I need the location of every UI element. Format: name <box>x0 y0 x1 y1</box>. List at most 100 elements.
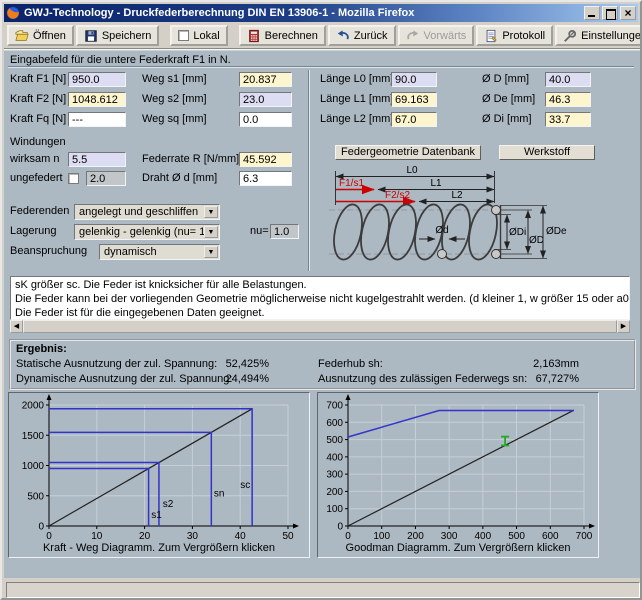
durchmesser-Di-input[interactable] <box>545 112 591 127</box>
calculate-button-label: Berechnen <box>265 30 318 42</box>
laenge-L0-input[interactable] <box>391 72 437 87</box>
open-button[interactable]: Öffnen <box>7 25 74 46</box>
select-label-federenden: Federenden <box>10 204 69 219</box>
dim-label-Di: ØDi <box>509 227 526 238</box>
goodman-chart-caption: Goodman Diagramm. Zum Vergrößern klicken <box>318 542 598 554</box>
svg-text:700: 700 <box>576 531 593 541</box>
kraft-weg-chart[interactable]: 010203040500500100015002000s1s2snsc <box>9 393 309 541</box>
protocol-button-label: Protokoll <box>502 30 545 42</box>
federenden-select[interactable]: angelegt und geschliffen <box>74 204 220 220</box>
laenge-L1-input[interactable] <box>391 92 437 107</box>
field-label-L2: Länge L2 [mm] <box>320 112 393 127</box>
svg-text:400: 400 <box>475 531 492 541</box>
svg-text:40: 40 <box>235 531 247 541</box>
dim-label-De: ØDe <box>546 226 567 237</box>
windungen-heading: Windungen <box>10 135 66 150</box>
result-value: 67,727% <box>499 372 579 386</box>
svg-text:100: 100 <box>326 504 343 515</box>
save-button[interactable]: Speichern <box>76 25 160 46</box>
svg-text:1500: 1500 <box>22 431 45 442</box>
weg-s1-input[interactable] <box>239 72 292 87</box>
dim-label-d: Ød <box>435 225 448 236</box>
weg-sq-input[interactable] <box>239 112 292 127</box>
goodman-chart[interactable]: 0100200300400500600700010020030040050060… <box>318 393 598 541</box>
draht-d-input[interactable] <box>239 171 292 186</box>
svg-text:s2: s2 <box>163 499 174 510</box>
window-title: GWJ-Technology - Druckfederberechnung DI… <box>24 7 580 19</box>
svg-text:300: 300 <box>326 470 343 481</box>
durchmesser-D-input[interactable] <box>545 72 591 87</box>
field-label-sq: Weg sq [mm] <box>142 112 207 127</box>
svg-text:0: 0 <box>38 522 44 533</box>
kraft-f2-input[interactable] <box>68 92 126 107</box>
svg-text:2000: 2000 <box>22 401 45 412</box>
scrollbar-thumb[interactable] <box>23 320 617 333</box>
spring-coils <box>329 202 501 262</box>
field-label-L0: Länge L0 [mm] <box>320 72 393 87</box>
kraft-weg-chart-panel[interactable]: 010203040500500100015002000s1s2snsc Kraf… <box>8 392 310 558</box>
force-label-F2: F2/s2 <box>385 190 410 201</box>
result-label: Statische Ausnutzung der zul. Spannung: <box>16 357 217 372</box>
status-bar <box>4 580 642 600</box>
werkstoff-button[interactable]: Werkstoff <box>499 145 595 160</box>
nu-input <box>270 224 299 239</box>
window-controls <box>584 6 636 20</box>
chevron-down-icon[interactable] <box>204 206 218 218</box>
scroll-right-icon[interactable] <box>617 320 630 333</box>
svg-text:1000: 1000 <box>22 461 45 472</box>
firefox-icon <box>6 6 20 20</box>
goodman-chart-panel[interactable]: 0100200300400500600700010020030040050060… <box>317 392 599 558</box>
nu-label: nu= <box>250 224 269 239</box>
forward-button[interactable]: Vorwärts <box>398 25 475 46</box>
scroll-left-icon[interactable] <box>10 320 23 333</box>
field-label-rate: Federrate R [N/mm] <box>142 152 239 167</box>
chevron-down-icon[interactable] <box>204 226 218 238</box>
local-checkbox-group[interactable]: Lokal <box>170 25 227 46</box>
calculate-button[interactable]: Berechnen <box>239 25 326 46</box>
kraft-f1-input[interactable] <box>68 72 126 87</box>
titlebar[interactable]: GWJ-Technology - Druckfederberechnung DI… <box>4 4 638 22</box>
federrate-input[interactable] <box>239 152 292 167</box>
kraft-fq-input[interactable] <box>68 112 126 127</box>
svg-text:sc: sc <box>240 480 250 491</box>
forward-arrow-icon <box>406 29 420 43</box>
minimize-button[interactable] <box>584 6 600 20</box>
field-label-D: Ø D [mm] <box>482 72 529 87</box>
beanspruchung-select[interactable]: dynamisch <box>99 244 220 260</box>
result-value: 2,163mm <box>499 357 579 371</box>
settings-button[interactable]: Einstellungen <box>555 25 642 46</box>
federenden-value: angelegt und geschliffen <box>79 206 198 219</box>
laenge-L2-input[interactable] <box>391 112 437 127</box>
svg-text:600: 600 <box>326 418 343 429</box>
svg-text:s1: s1 <box>151 510 162 521</box>
ungefedert-checkbox[interactable] <box>68 173 79 184</box>
back-arrow-icon <box>336 29 350 43</box>
form-divider <box>308 70 310 271</box>
durchmesser-De-input[interactable] <box>545 92 591 107</box>
protocol-button[interactable]: Protokoll <box>476 25 553 46</box>
back-button-label: Zurück <box>354 30 388 42</box>
spring-diagram: L0 L1 L2 F1/s1 F2/s2 Ød <box>315 161 600 271</box>
field-label-f2: Kraft F2 [N] <box>10 92 66 107</box>
svg-text:300: 300 <box>441 531 458 541</box>
message-box[interactable]: sK größer sc. Die Feder ist knicksicher … <box>10 276 630 320</box>
select-label-lagerung: Lagerung <box>10 224 57 239</box>
lagerung-select[interactable]: gelenkig - gelenkig (nu= 1) <box>74 224 220 240</box>
svg-text:400: 400 <box>326 452 343 463</box>
tools-icon <box>563 29 577 43</box>
close-button[interactable] <box>620 6 636 20</box>
back-button[interactable]: Zurück <box>328 25 396 46</box>
maximize-button[interactable] <box>602 6 618 20</box>
local-checkbox[interactable] <box>178 30 189 41</box>
field-label-n: wirksam n <box>10 152 60 167</box>
weg-s2-input[interactable] <box>239 92 292 107</box>
message-horizontal-scrollbar[interactable] <box>10 320 630 333</box>
status-field <box>6 582 640 598</box>
local-checkbox-label: Lokal <box>193 30 219 42</box>
result-label: Ausnutzung des zulässigen Federwegs sn: <box>318 372 527 387</box>
chevron-down-icon[interactable] <box>204 246 218 258</box>
federgeometrie-datenbank-button[interactable]: Federgeometrie Datenbank <box>335 145 481 160</box>
results-title: Ergebnis: <box>16 342 67 357</box>
windungen-n-input[interactable] <box>68 152 126 167</box>
message-line: Die Feder ist für die eingegebenen Daten… <box>15 306 625 320</box>
